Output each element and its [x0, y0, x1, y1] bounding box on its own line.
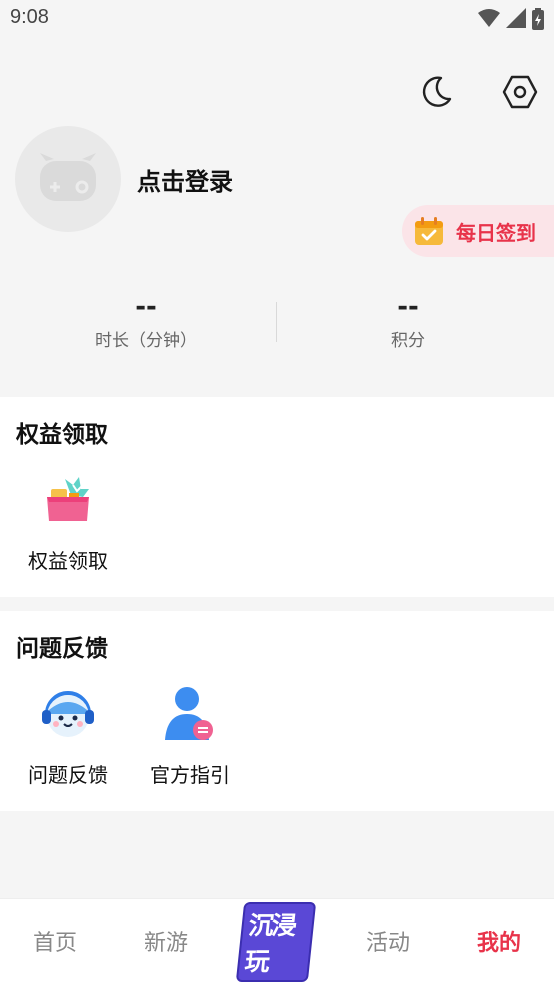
status-bar: 9:08 [0, 0, 554, 38]
bottom-tab-bar: 首页 新游 沉浸玩 活动 我的 [0, 898, 554, 984]
daily-checkin-button[interactable]: 每日签到 [402, 205, 554, 257]
official-guide-tile[interactable]: 官方指引 [135, 683, 245, 788]
stats-divider [276, 302, 277, 342]
calendar-check-icon [415, 217, 443, 245]
tab-activities[interactable]: 活动 [333, 925, 443, 957]
tab-mine[interactable]: 我的 [444, 925, 554, 957]
moon-icon[interactable] [416, 72, 456, 112]
status-icons [478, 8, 544, 30]
profile-header: 点击登录 [15, 126, 233, 232]
stat-duration-label: 时长（分钟） [95, 331, 197, 351]
settings-icon[interactable] [500, 72, 540, 112]
gift-box-icon [37, 469, 99, 531]
benefits-title: 权益领取 [16, 422, 108, 448]
signal-icon [506, 8, 526, 28]
stat-duration: -- 时长（分钟） [46, 292, 246, 351]
header-actions [416, 72, 540, 112]
benefits-card: 权益领取 权益领取 [0, 397, 554, 597]
battery-icon [532, 8, 544, 30]
stat-duration-value: -- [135, 292, 157, 322]
stat-points: -- 积分 [308, 292, 508, 351]
official-guide-icon [159, 683, 221, 745]
stats-row: -- 时长（分钟） -- 积分 [0, 292, 554, 358]
login-link[interactable]: 点击登录 [137, 162, 233, 197]
feedback-label: 问题反馈 [28, 763, 108, 787]
benefits-claim-label: 权益领取 [28, 549, 108, 573]
benefits-claim-tile[interactable]: 权益领取 [13, 469, 123, 574]
feedback-tile[interactable]: 问题反馈 [13, 683, 123, 788]
tab-new-games[interactable]: 新游 [111, 925, 221, 957]
official-guide-label: 官方指引 [150, 763, 230, 787]
gamepad-avatar-icon [40, 153, 96, 201]
feedback-card: 问题反馈 问题反馈 官方指引 [0, 611, 554, 811]
daily-checkin-label: 每日签到 [456, 220, 536, 245]
wifi-icon [478, 9, 500, 27]
stat-points-value: -- [397, 292, 419, 322]
support-mascot-icon [37, 683, 99, 745]
stat-points-label: 积分 [391, 331, 425, 351]
status-time: 9:08 [10, 6, 49, 28]
avatar[interactable] [15, 126, 121, 232]
tab-immersive-play[interactable]: 沉浸玩 [235, 902, 317, 982]
tab-home[interactable]: 首页 [0, 925, 110, 957]
tab-immersive-play-logo: 沉浸玩 [235, 902, 317, 982]
feedback-title: 问题反馈 [16, 636, 108, 662]
